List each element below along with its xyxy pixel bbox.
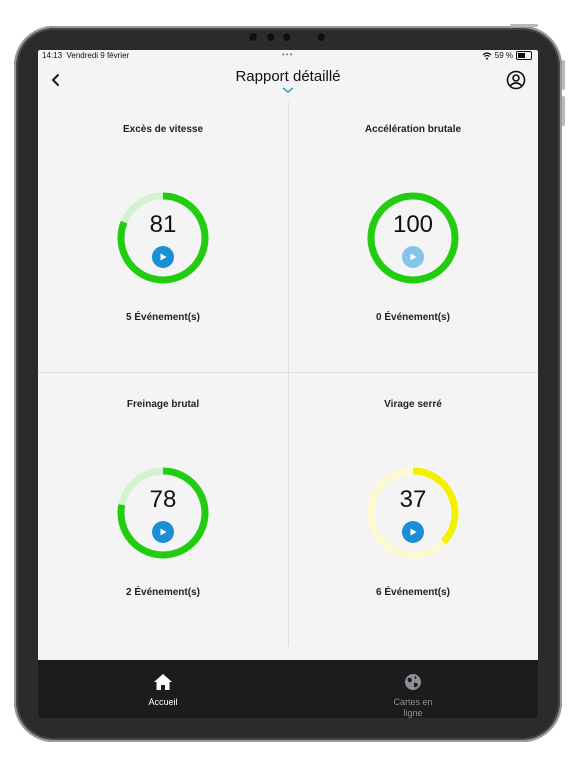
nav-header: Rapport détaillé — [38, 62, 538, 102]
multitask-dots-icon[interactable]: ••• — [282, 50, 293, 59]
score-card-speeding: Excès de vitesse 81 5 Événement(s) — [38, 102, 288, 372]
status-time: 14:13 — [42, 51, 63, 60]
event-count: 5 Événement(s) — [126, 312, 200, 323]
app-screen: 14:13 Vendredi 9 février ••• 59 % Rappor… — [38, 50, 538, 718]
battery-fill — [518, 53, 526, 58]
wifi-icon — [482, 51, 492, 60]
camera-bar — [248, 32, 328, 42]
chevron-down-icon[interactable] — [281, 86, 295, 94]
sensor-dot — [266, 32, 276, 42]
volume-down-button — [562, 96, 565, 126]
score-value: 100 — [392, 211, 434, 238]
play-button[interactable] — [152, 246, 174, 268]
sensor-dot — [248, 32, 258, 42]
play-icon — [160, 528, 167, 536]
status-bar: 14:13 Vendredi 9 février ••• 59 % — [38, 50, 538, 62]
sensor-dot — [316, 32, 326, 42]
status-date: Vendredi 9 février — [66, 51, 130, 60]
home-icon — [154, 674, 172, 690]
event-count: 2 Événement(s) — [126, 587, 200, 598]
score-value: 78 — [149, 486, 177, 513]
battery-icon — [516, 51, 532, 60]
play-button[interactable] — [402, 521, 424, 543]
tab-label: Accueil — [148, 697, 178, 707]
event-count: 0 Événement(s) — [376, 312, 450, 323]
globe-icon — [405, 674, 421, 690]
page-title: Rapport détaillé — [235, 68, 341, 85]
camera-lens — [282, 32, 292, 42]
status-time-date: 14:13 Vendredi 9 février — [42, 51, 129, 60]
score-value: 81 — [149, 211, 177, 238]
score-card-label: Virage serré — [384, 399, 442, 410]
battery-percent: 59 % — [494, 51, 513, 60]
play-button[interactable] — [402, 246, 424, 268]
profile-button[interactable] — [506, 70, 526, 95]
tab-bar: Accueil Cartes en ligne — [38, 660, 538, 718]
volume-up-button — [562, 60, 565, 90]
score-card-label: Accélération brutale — [364, 124, 462, 135]
play-button[interactable] — [152, 521, 174, 543]
score-card-acceleration: Accélération brutale 100 0 Événement(s) — [288, 102, 538, 372]
play-icon — [410, 253, 417, 261]
score-grid: Excès de vitesse 81 5 Événement(s) Accél… — [38, 102, 538, 658]
play-icon — [160, 253, 167, 261]
play-icon — [410, 528, 417, 536]
power-button — [510, 24, 538, 27]
score-value: 37 — [399, 486, 427, 513]
user-icon — [506, 70, 526, 90]
score-card-cornering: Virage serré 37 6 Événement(s) — [288, 377, 538, 647]
score-card-braking: Freinage brutal 78 2 Événement(s) — [38, 377, 288, 647]
score-card-label: Excès de vitesse — [122, 124, 204, 135]
tab-home[interactable]: Accueil — [38, 660, 288, 718]
event-count: 6 Événement(s) — [376, 587, 450, 598]
score-card-label: Freinage brutal — [126, 399, 200, 410]
tab-label: Cartes en ligne — [393, 697, 433, 718]
tab-online-maps[interactable]: Cartes en ligne — [288, 660, 538, 718]
status-right: 59 % — [482, 51, 532, 60]
